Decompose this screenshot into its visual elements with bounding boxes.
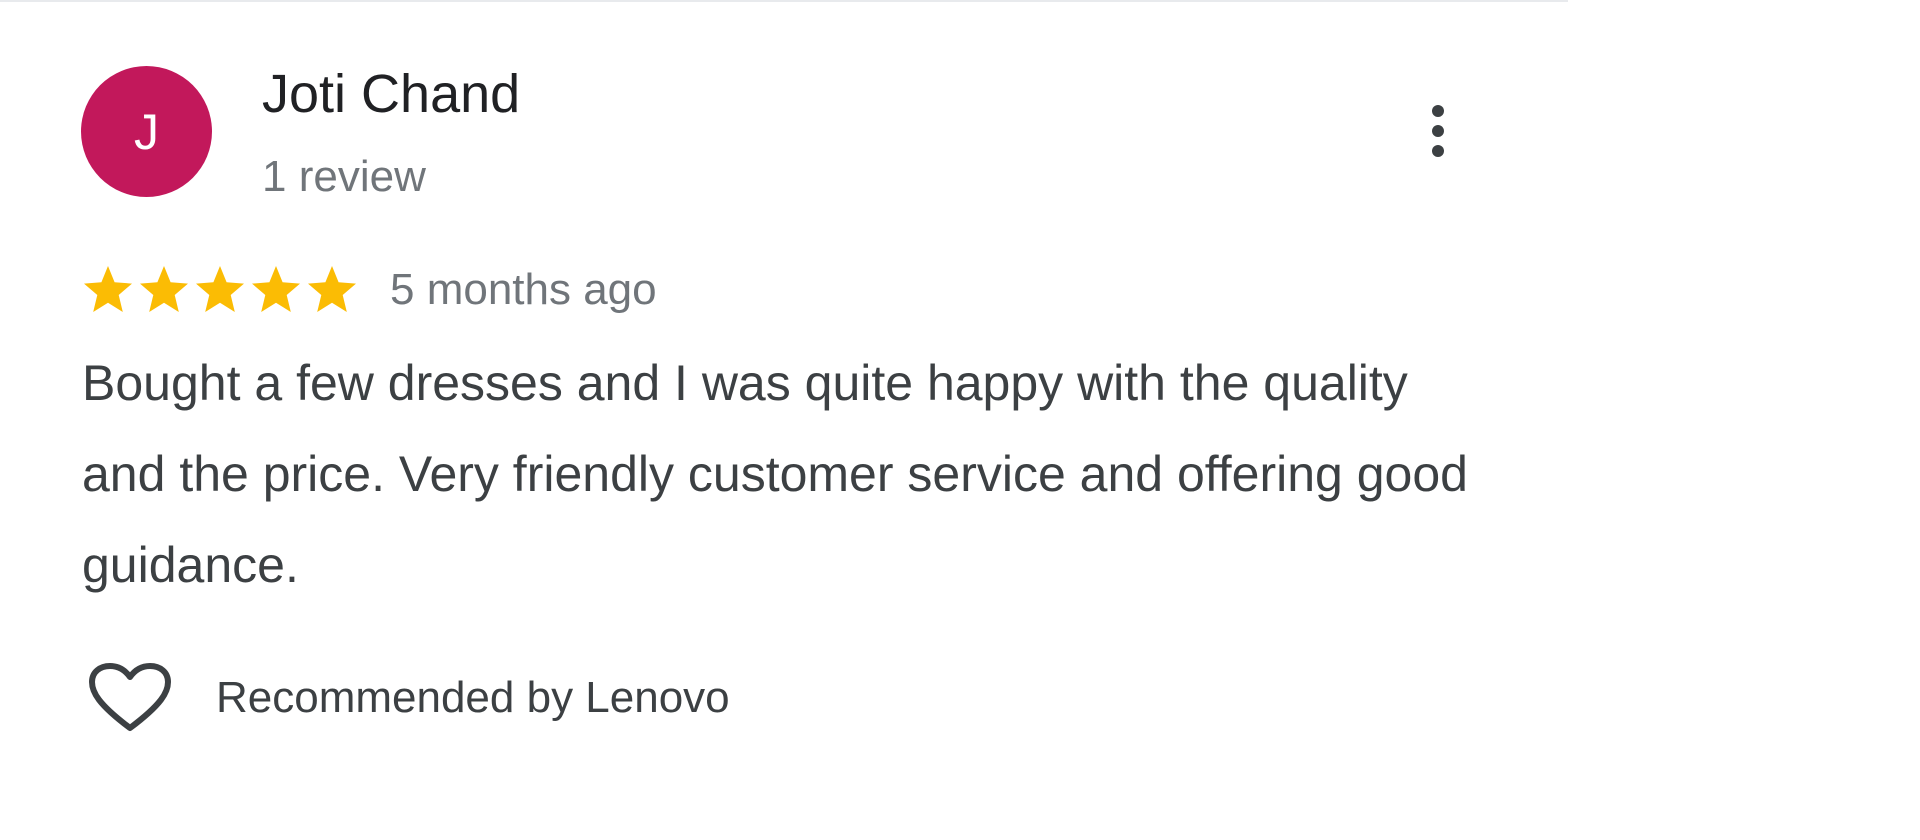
star-rating [80, 262, 360, 318]
author-name[interactable]: Joti Chand [262, 62, 520, 126]
star-icon [248, 262, 304, 318]
avatar[interactable]: J [81, 66, 212, 197]
helpful-row[interactable]: Recommended by Lenovo [88, 662, 730, 731]
more-options-button[interactable] [1408, 96, 1468, 166]
review-date: 5 months ago [390, 265, 657, 314]
avatar-initial: J [134, 103, 159, 160]
review-text: Bought a few dresses and I was quite hap… [82, 355, 1468, 593]
star-icon [304, 262, 360, 318]
review-count: 1 review [262, 152, 426, 201]
rating-row: 5 months ago [80, 262, 657, 318]
review-card: J Joti Chand 1 review 5 months ago Bough… [0, 0, 1568, 731]
star-icon [80, 262, 136, 318]
heart-icon[interactable] [88, 662, 172, 732]
more-vert-icon [1432, 105, 1444, 117]
star-icon [192, 262, 248, 318]
helpful-label: Recommended by Lenovo [216, 673, 730, 722]
star-icon [136, 262, 192, 318]
